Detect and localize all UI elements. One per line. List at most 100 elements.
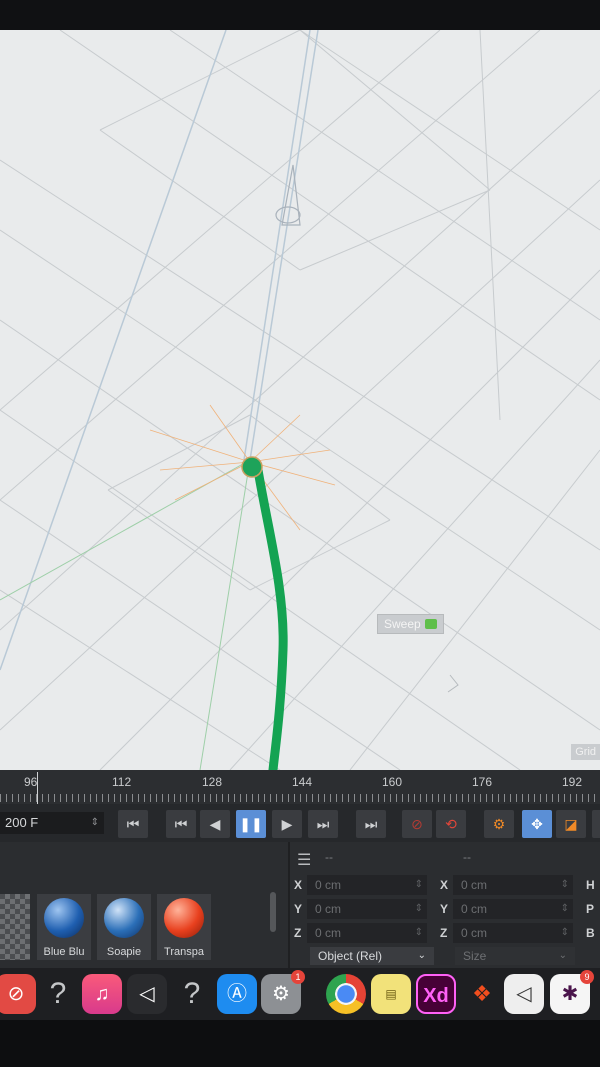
menu-icon[interactable]: ☰ [297,850,311,870]
figma-app-icon[interactable]: ❖ [462,974,502,1014]
transport-bar: 200 F ⇕ ⏮ ⏮ ◀ ❚❚ ▶ ⏭ ⏭ ⊘ ⟲ ⚙ ✥ ◪ [0,804,600,842]
material-label: Blue Blu [43,946,85,958]
axis-label-x: X [294,878,303,892]
ruler-number: 128 [202,775,223,789]
screen-bezel-bottom [0,1020,600,1067]
material-preview [164,898,204,938]
autokey-button[interactable]: ⟲ [436,810,466,838]
ruler-number: 192 [562,775,583,789]
help-icon[interactable]: ? [172,974,212,1014]
axis-label-y: Y [294,902,303,916]
next-key-icon: ⏭ [316,816,330,832]
playhead[interactable] [37,772,38,804]
ruler-number: 96 [24,775,38,789]
material-transparent[interactable]: Transpa [157,894,211,960]
prev-frame-button[interactable]: ◀ [200,810,230,838]
move-icon: ✥ [531,816,543,832]
scale-x-field[interactable]: 0 cm ⇕ [453,875,573,895]
axis-label-z: Z [294,926,302,940]
stepper-icon[interactable]: ⇕ [561,899,569,919]
stepper-icon[interactable]: ⇕ [91,812,99,834]
object-type-label: -- [463,850,471,864]
step-forward-icon: ▶ [281,816,293,832]
scale-icon: ◪ [564,816,578,832]
news-app-icon[interactable]: ⊘ [0,974,36,1014]
go-to-start-button[interactable]: ⏮ [118,810,148,838]
step-back-icon: ◀ [209,816,221,832]
axis-label-x: X [440,878,449,892]
stepper-icon[interactable]: ⇕ [561,875,569,895]
chevron-down-icon: ⌄ [558,950,567,961]
axis-label-p: P [586,902,595,916]
3d-viewport[interactable]: Sweep [0,30,600,770]
next-frame-button[interactable]: ▶ [272,810,302,838]
pause-button[interactable]: ❚❚ [236,810,266,838]
chevron-down-icon: ⌄ [417,950,426,961]
material-swatch-checker[interactable] [0,894,30,960]
coordinate-mode-dropdown[interactable]: Object (Rel) ⌄ [310,947,434,965]
check-icon [424,619,437,629]
notification-badge: 9 [580,970,594,984]
dock: ⊘ ? ♫ ◁ ? Ⓐ ⚙ 1 ▤ Xd ❖ ◁ ✱ 9 [0,968,600,1020]
material-label: Soapie [106,946,142,958]
record-button[interactable]: ⊘ [402,810,432,838]
sweep-cap [241,456,263,478]
scale-z-field[interactable]: 0 cm ⇕ [453,923,573,943]
skip-forward-icon: ⏭ [364,816,378,832]
unity-hub-app-icon[interactable]: ◁ [504,974,544,1014]
autokey-icon: ⟲ [445,816,457,832]
record-icon: ⊘ [411,816,423,832]
pause-icon: ❚❚ [239,816,263,832]
go-to-end-button[interactable]: ⏭ [356,810,386,838]
end-frame-field[interactable]: 200 F ⇕ [0,812,104,834]
system-preferences-icon[interactable]: ⚙ 1 [261,970,305,1014]
xd-app-icon[interactable]: Xd [416,974,456,1014]
object-label-sweep[interactable]: Sweep [377,614,444,634]
slack-app-icon[interactable]: ✱ 9 [550,970,594,1014]
ruler-number: 144 [292,775,313,789]
stepper-icon[interactable]: ⇕ [415,875,423,895]
skip-back-icon: ⏮ [126,816,140,832]
timeline-ruler[interactable]: 96 112 128 144 160 176 192 [0,770,600,804]
panel-divider [288,842,290,968]
axis-label-y: Y [440,902,449,916]
material-soapie[interactable]: Soapie [97,894,151,960]
prev-key-icon: ⏮ [174,816,188,832]
keyframe-settings-button[interactable]: ⚙ [484,810,514,838]
ruler-number: 160 [382,775,403,789]
materials-scrollbar[interactable] [270,892,276,932]
stickies-app-icon[interactable]: ▤ [371,974,411,1014]
scale-tool-button[interactable]: ◪ [556,810,586,838]
stepper-icon[interactable]: ⇕ [415,899,423,919]
material-label: Transpa [164,946,204,958]
unity-app-icon[interactable]: ◁ [127,974,167,1014]
stepper-icon[interactable]: ⇕ [561,923,569,943]
axis-label-h: H [586,878,595,892]
music-app-icon[interactable]: ♫ [82,974,122,1014]
move-tool-button[interactable]: ✥ [522,810,552,838]
position-x-field[interactable]: 0 cm ⇕ [307,875,427,895]
ruler-ticks [0,794,600,802]
material-preview [104,898,144,938]
attribute-panel: Blue Blu Soapie Transpa ☰ -- -- X 0 cm ⇕ … [0,842,600,968]
object-name-label: -- [325,850,333,864]
stepper-icon[interactable]: ⇕ [415,923,423,943]
position-z-field[interactable]: 0 cm ⇕ [307,923,427,943]
material-blue[interactable]: Blue Blu [37,894,91,960]
help-icon[interactable]: ? [38,974,78,1014]
grid-label: Grid [571,744,600,760]
chrome-app-icon[interactable] [326,974,366,1014]
ruler-number: 112 [112,775,132,789]
scale-y-field[interactable]: 0 cm ⇕ [453,899,573,919]
app-store-icon[interactable]: Ⓐ [217,974,257,1014]
rotate-tool-button[interactable] [592,810,600,838]
perspective-grid [0,30,600,770]
next-key-button[interactable]: ⏭ [308,810,338,838]
axis-label-b: B [586,926,595,940]
material-preview [44,898,84,938]
prev-key-button[interactable]: ⏮ [166,810,196,838]
notification-badge: 1 [291,970,305,984]
size-mode-dropdown[interactable]: Size ⌄ [455,947,575,965]
axis-label-z: Z [440,926,448,940]
position-y-field[interactable]: 0 cm ⇕ [307,899,427,919]
